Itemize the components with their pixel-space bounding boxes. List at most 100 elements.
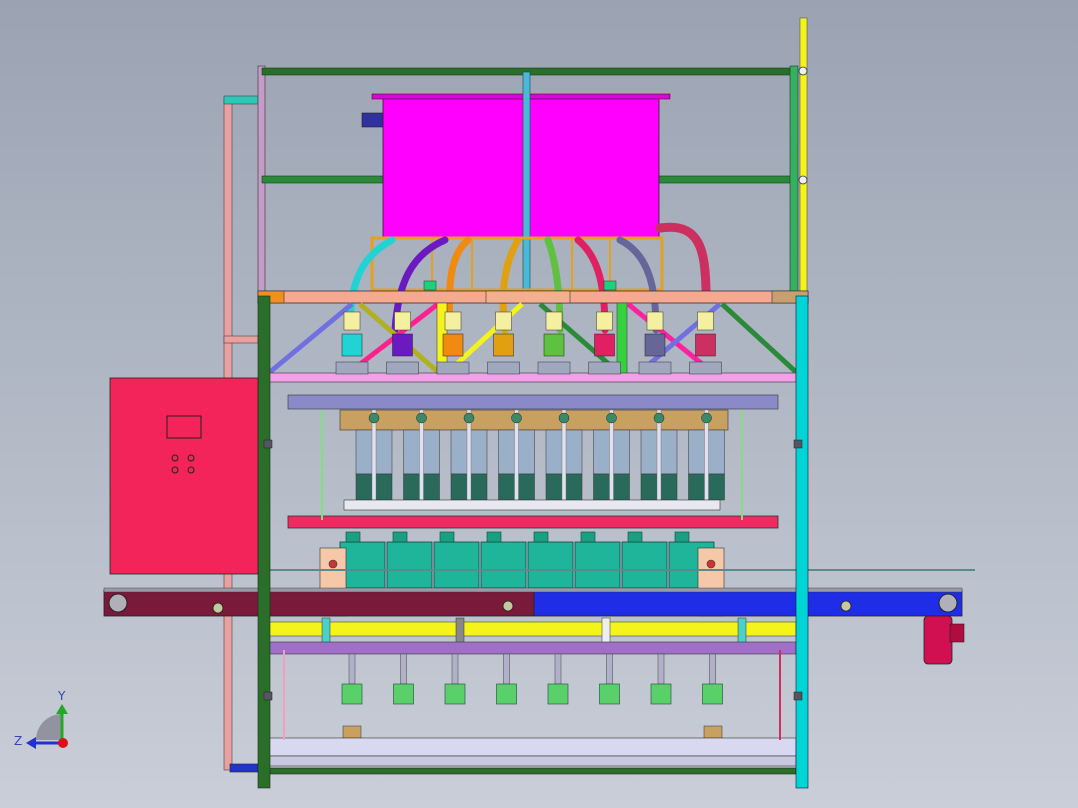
filling-valve	[394, 311, 411, 331]
needle-clamp	[368, 412, 380, 424]
head-collar	[537, 361, 571, 375]
head-support-plate	[287, 394, 779, 410]
beam-bracket	[485, 290, 571, 304]
filling-needle	[371, 409, 377, 501]
hose	[655, 222, 711, 295]
control-display-screen[interactable]	[166, 415, 202, 439]
filling-valve	[646, 311, 664, 331]
container	[480, 541, 527, 589]
valve-actuator	[644, 333, 666, 357]
filling-needle	[514, 409, 519, 501]
tank-outlet-stub	[361, 112, 385, 128]
bolt	[706, 559, 716, 569]
control-cabinet[interactable]	[109, 377, 259, 575]
head-manifold-bar	[339, 409, 729, 431]
lift-rod	[606, 653, 613, 685]
base-support-left	[342, 725, 362, 739]
head-collar	[638, 361, 672, 375]
post-fastener	[263, 691, 273, 701]
container	[386, 541, 433, 589]
needle-clamp	[558, 412, 570, 424]
container	[574, 541, 621, 589]
frame-yellow-mast	[799, 17, 808, 299]
filling-valve	[697, 311, 714, 331]
conveyor-end-sprocket	[108, 593, 128, 613]
base-rail	[267, 755, 797, 767]
axis-z-label: Z	[14, 734, 22, 748]
valve-actuator	[594, 333, 615, 357]
lift-cylinder	[393, 683, 414, 705]
container-neck	[533, 531, 549, 543]
lift-cylinder	[547, 683, 569, 705]
lift-rod	[657, 653, 665, 685]
post-fastener	[263, 439, 273, 449]
filling-needle	[704, 409, 709, 501]
filling-needle	[609, 409, 614, 501]
head-collar	[335, 361, 369, 375]
triad-y-arrow	[56, 704, 68, 714]
lift-cylinders	[341, 653, 723, 705]
nozzle-plate	[287, 515, 779, 529]
filling-valve	[343, 311, 361, 331]
lift-platform	[267, 641, 797, 655]
supply-tank	[382, 95, 660, 239]
axis-triad: Y Z	[14, 689, 68, 749]
filling-needle	[561, 409, 567, 501]
triad-z-arrow	[26, 737, 36, 749]
post-fastener	[793, 439, 803, 449]
needle-clamp	[511, 412, 522, 424]
axis-y-label: Y	[57, 689, 66, 703]
lower-beam-clamp	[601, 617, 611, 645]
container-neck	[486, 531, 502, 543]
motor-gearbox	[949, 623, 965, 643]
bolt	[328, 559, 338, 569]
conveyor-chain-top	[103, 587, 963, 593]
cad-viewport[interactable]: Y Z	[0, 0, 1078, 808]
conveyor-wheel	[840, 600, 852, 612]
frame-left-main-post	[257, 295, 271, 789]
filling-valve	[495, 311, 512, 331]
container-neck	[627, 531, 643, 543]
containers-row	[339, 531, 715, 589]
valve-actuator	[392, 333, 413, 357]
filling-needle	[656, 409, 662, 501]
container-neck	[439, 531, 455, 543]
container-neck	[580, 531, 596, 543]
lift-cylinder	[702, 683, 723, 705]
left-bottom-pipe-elbow	[229, 763, 259, 773]
lower-beam-clamp	[455, 617, 465, 645]
container-neck	[345, 531, 361, 543]
lift-cylinder	[599, 683, 620, 705]
valve-actuator	[543, 333, 565, 357]
filling-valve	[444, 311, 462, 331]
needle-clamp	[701, 412, 712, 424]
left-top-pipe-elbow	[223, 95, 259, 105]
bolt	[798, 175, 808, 185]
needle-clamp	[653, 412, 665, 424]
left-middle-pipe-branch	[223, 335, 259, 344]
truss-bottom-chord	[261, 372, 797, 383]
lift-rod	[451, 653, 459, 685]
tank-lid-rim	[371, 93, 671, 100]
needle-clamp	[606, 412, 617, 424]
lift-cylinder	[650, 683, 672, 705]
triad-arc	[36, 714, 62, 740]
triad-origin	[58, 738, 68, 748]
valve-actuator	[695, 333, 716, 357]
lift-rod	[348, 653, 356, 685]
valve-actuator	[442, 333, 464, 357]
filling-valve	[596, 311, 613, 331]
valve-actuator	[341, 333, 363, 357]
frame-right-main-post	[795, 295, 809, 789]
bolt	[798, 66, 808, 76]
lower-beam-clamp	[321, 617, 331, 645]
head-collar	[487, 361, 520, 375]
truss-member	[720, 302, 798, 374]
central-vertical-pipe	[522, 71, 531, 297]
drip-tray	[343, 499, 721, 511]
filling-needle	[466, 409, 472, 501]
lift-cylinder	[496, 683, 517, 705]
container	[339, 541, 386, 589]
conveyor-drive-motor	[923, 615, 953, 665]
filling-needle	[419, 409, 424, 501]
